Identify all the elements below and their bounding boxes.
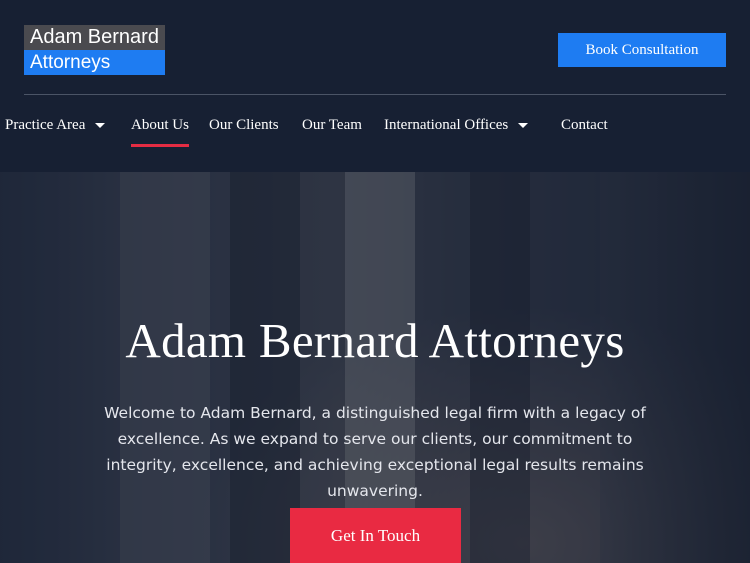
- chevron-down-icon[interactable]: [518, 123, 529, 128]
- hero-title: Adam Bernard Attorneys: [125, 313, 625, 368]
- logo-line-2: Attorneys: [24, 50, 165, 75]
- nav-item-label: Our Team: [302, 117, 362, 133]
- active-nav-indicator: [131, 144, 189, 147]
- nav-item-label: Practice Area: [5, 117, 86, 133]
- nav-item-practice-area[interactable]: Practice Area: [5, 113, 106, 149]
- nav-item-label: International Offices: [384, 117, 509, 133]
- nav-item-contact[interactable]: Contact: [561, 113, 608, 149]
- nav-item-international-offices[interactable]: International Offices: [384, 113, 529, 149]
- header-divider: [24, 94, 726, 95]
- nav-item-label: About Us: [131, 117, 189, 133]
- nav-item-about-us[interactable]: About Us: [131, 113, 189, 149]
- nav-item-label: Contact: [561, 117, 608, 133]
- book-consultation-button[interactable]: Book Consultation: [558, 33, 726, 67]
- site-header: Adam Bernard Attorneys Book Consultation…: [0, 0, 750, 172]
- hero-section: Adam Bernard Attorneys Welcome to Adam B…: [0, 172, 750, 563]
- get-in-touch-button[interactable]: Get In Touch: [290, 508, 461, 563]
- logo-line-1: Adam Bernard: [24, 25, 165, 50]
- hero-description: Welcome to Adam Bernard, a distinguished…: [104, 404, 646, 500]
- nav-item-our-clients[interactable]: Our Clients: [209, 113, 279, 149]
- nav-item-our-team[interactable]: Our Team: [302, 113, 362, 149]
- logo[interactable]: Adam Bernard Attorneys: [24, 25, 165, 75]
- chevron-down-icon[interactable]: [95, 123, 106, 128]
- nav-item-label: Our Clients: [209, 117, 279, 133]
